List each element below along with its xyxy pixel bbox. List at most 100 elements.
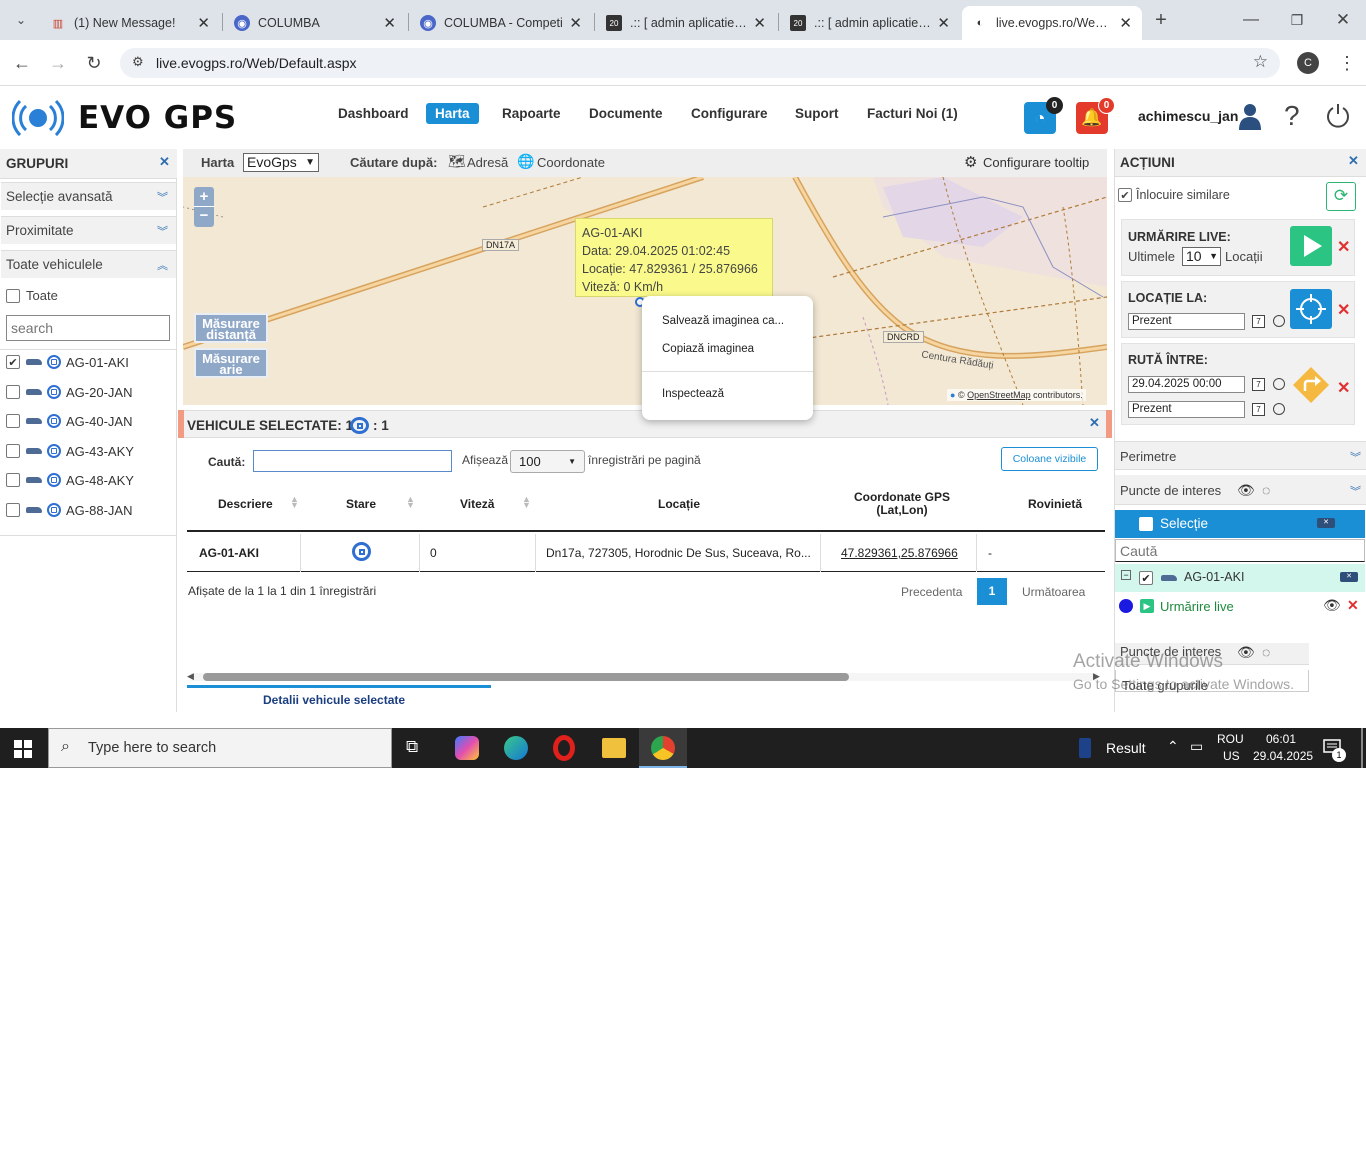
col-descriere[interactable]: Descriere	[218, 497, 273, 511]
chrome-taskbar-item[interactable]	[639, 728, 687, 768]
close-tab-icon[interactable]: ✕	[197, 14, 210, 32]
poi-section[interactable]: Puncte de interes 👁 ◌ ︾	[1115, 475, 1366, 505]
username[interactable]: achimescu_jan	[1138, 108, 1238, 124]
replace-similar-row[interactable]: ✔ Înlocuire similare	[1118, 188, 1230, 202]
network-icon[interactable]: ▭	[1190, 738, 1203, 755]
language-primary[interactable]: ROU	[1217, 732, 1244, 746]
tooltip-config-button[interactable]: Configurare tooltip	[983, 155, 1089, 170]
task-view-icon[interactable]: ⧉	[406, 737, 418, 757]
vehicle-checkbox[interactable]: ✔	[1139, 571, 1153, 585]
menu-suport[interactable]: Suport	[795, 106, 839, 121]
browser-tab[interactable]: ▥ (1) New Message! ✕	[40, 6, 220, 40]
live-tracking-row[interactable]: ▶ Urmărire live 👁 ✕	[1115, 594, 1365, 620]
col-viteza[interactable]: Viteză	[460, 497, 494, 511]
eye-slash-icon[interactable]: ◌	[1262, 644, 1270, 660]
pagination-page[interactable]: 1	[977, 578, 1007, 605]
remove-icon[interactable]: ✕	[1347, 597, 1359, 614]
calendar-icon[interactable]: 7	[1252, 403, 1265, 416]
col-stare[interactable]: Stare	[346, 497, 376, 511]
new-tab-plus-icon[interactable]: +	[1148, 7, 1174, 33]
minimize-icon[interactable]: —	[1238, 7, 1264, 33]
browser-menu-icon[interactable]: ⋮	[1334, 50, 1360, 76]
context-inspect[interactable]: Inspectează	[662, 388, 724, 400]
zoom-out-button[interactable]: −	[194, 207, 214, 227]
vehicle-row[interactable]: AG-48-AKY	[6, 469, 134, 491]
opera-icon[interactable]	[553, 735, 575, 761]
clock-icon[interactable]	[1273, 403, 1285, 415]
search-by-address[interactable]: Adresă	[467, 155, 508, 170]
col-rovinieta[interactable]: Rovinietă	[1028, 497, 1082, 511]
measure-area-button[interactable]: Măsurare arie	[194, 348, 268, 378]
vehicle-row[interactable]: AG-20-JAN	[6, 381, 132, 403]
address-bar[interactable]: ⚙ live.evogps.ro/Web/Default.aspx ☆	[120, 48, 1280, 78]
remove-icon[interactable]: ✕	[1337, 237, 1350, 257]
clock-icon[interactable]	[1273, 378, 1285, 390]
power-icon[interactable]	[1325, 102, 1351, 128]
play-live-button[interactable]	[1290, 226, 1332, 266]
last-count-select[interactable]: 10 ▼	[1182, 247, 1221, 266]
file-explorer-icon[interactable]	[602, 738, 626, 758]
browser-tab[interactable]: 20 .:: [ admin aplicatie pe ✕	[596, 6, 776, 40]
reload-icon[interactable]: ↻	[81, 50, 107, 76]
windows-start-icon[interactable]	[14, 740, 32, 758]
osm-link[interactable]: OpenStreetMap	[967, 390, 1031, 400]
close-tab-icon[interactable]: ✕	[937, 14, 950, 32]
site-settings-icon[interactable]: ⚙	[132, 54, 144, 70]
select-all-checkbox[interactable]	[6, 288, 20, 303]
context-save-image[interactable]: Salvează imaginea ca...	[662, 315, 784, 327]
route-to-input[interactable]: Prezent	[1128, 401, 1245, 418]
sort-icon[interactable]: ▲ ▼	[522, 495, 531, 510]
result-label[interactable]: Result	[1106, 740, 1146, 756]
language-secondary[interactable]: US	[1223, 749, 1240, 763]
vehicle-row[interactable]: ✔ AG-01-AKI	[6, 351, 129, 373]
selection-header[interactable]: Selecție ✕	[1115, 510, 1365, 538]
zoom-in-button[interactable]: +	[194, 187, 214, 207]
eye-slash-icon[interactable]: ◌	[1262, 482, 1270, 498]
profile-avatar[interactable]: C	[1297, 52, 1319, 74]
tab-search-chevron-icon[interactable]: ⌄	[8, 7, 34, 33]
clock-date[interactable]: 29.04.2025	[1253, 749, 1313, 763]
route-from-input[interactable]: 29.04.2025 00:00	[1128, 376, 1245, 393]
sort-icon[interactable]: ▲ ▼	[406, 495, 415, 510]
pagination-next[interactable]: Următoarea	[1022, 585, 1085, 599]
close-tab-icon[interactable]: ✕	[569, 14, 582, 32]
table-row[interactable]: AG-01-AKI 0 Dn17a, 727305, Horodnic De S…	[187, 534, 1105, 572]
selection-search-input[interactable]	[1115, 539, 1365, 562]
close-tab-icon[interactable]: ✕	[1119, 14, 1132, 32]
vehicle-row[interactable]: AG-88-JAN	[6, 499, 132, 521]
vehicle-row[interactable]: AG-40-JAN	[6, 410, 132, 432]
refresh-icon[interactable]: ⟳	[1326, 182, 1356, 211]
eye-icon[interactable]: 👁	[1237, 644, 1255, 661]
browser-tab[interactable]: ◉ COLUMBA - Competi ✕	[410, 6, 592, 40]
vehicle-checkbox[interactable]	[6, 444, 20, 458]
menu-rapoarte[interactable]: Rapoarte	[502, 106, 561, 121]
all-vehicles-section[interactable]: Toate vehiculele ︽	[1, 250, 176, 278]
collapse-right-handle[interactable]	[1106, 410, 1112, 438]
context-copy-image[interactable]: Copiază imaginea	[662, 343, 754, 355]
close-tab-icon[interactable]: ✕	[753, 14, 766, 32]
remove-icon[interactable]: ✕	[1337, 300, 1350, 320]
vehicle-checkbox[interactable]	[6, 385, 20, 399]
cell-coordonate-link[interactable]: 47.829361,25.876966	[841, 546, 958, 560]
clock-time[interactable]: 06:01	[1266, 732, 1296, 746]
restore-icon[interactable]: ❐	[1284, 7, 1310, 33]
visible-columns-button[interactable]: Coloane vizibile	[1001, 447, 1098, 471]
show-desktop-button[interactable]	[1361, 728, 1363, 768]
horizontal-scrollbar[interactable]	[191, 673, 1097, 681]
scroll-left-icon[interactable]: ◀	[187, 671, 194, 682]
tray-up-chevron-icon[interactable]: ⌃	[1167, 738, 1179, 755]
back-arrow-icon[interactable]: ←	[9, 50, 35, 76]
menu-documente[interactable]: Documente	[589, 106, 663, 121]
vehicle-checkbox[interactable]	[6, 503, 20, 517]
clear-icon[interactable]: ✕	[1340, 572, 1358, 582]
select-all-row[interactable]: Toate	[6, 288, 58, 303]
selection-checkbox[interactable]	[1139, 517, 1153, 531]
browser-tab[interactable]: ◉ COLUMBA ✕	[224, 6, 406, 40]
perimeters-section[interactable]: Perimetre ︾	[1115, 441, 1366, 470]
menu-harta[interactable]: Harta	[426, 103, 479, 124]
pagination-prev[interactable]: Precedenta	[901, 585, 962, 599]
footer-tab-details[interactable]: Detalii vehicule selectate	[263, 693, 405, 707]
collapse-left-handle[interactable]	[178, 410, 184, 438]
vehicle-search-input[interactable]	[6, 315, 170, 341]
remove-icon[interactable]: ✕	[1337, 378, 1350, 398]
